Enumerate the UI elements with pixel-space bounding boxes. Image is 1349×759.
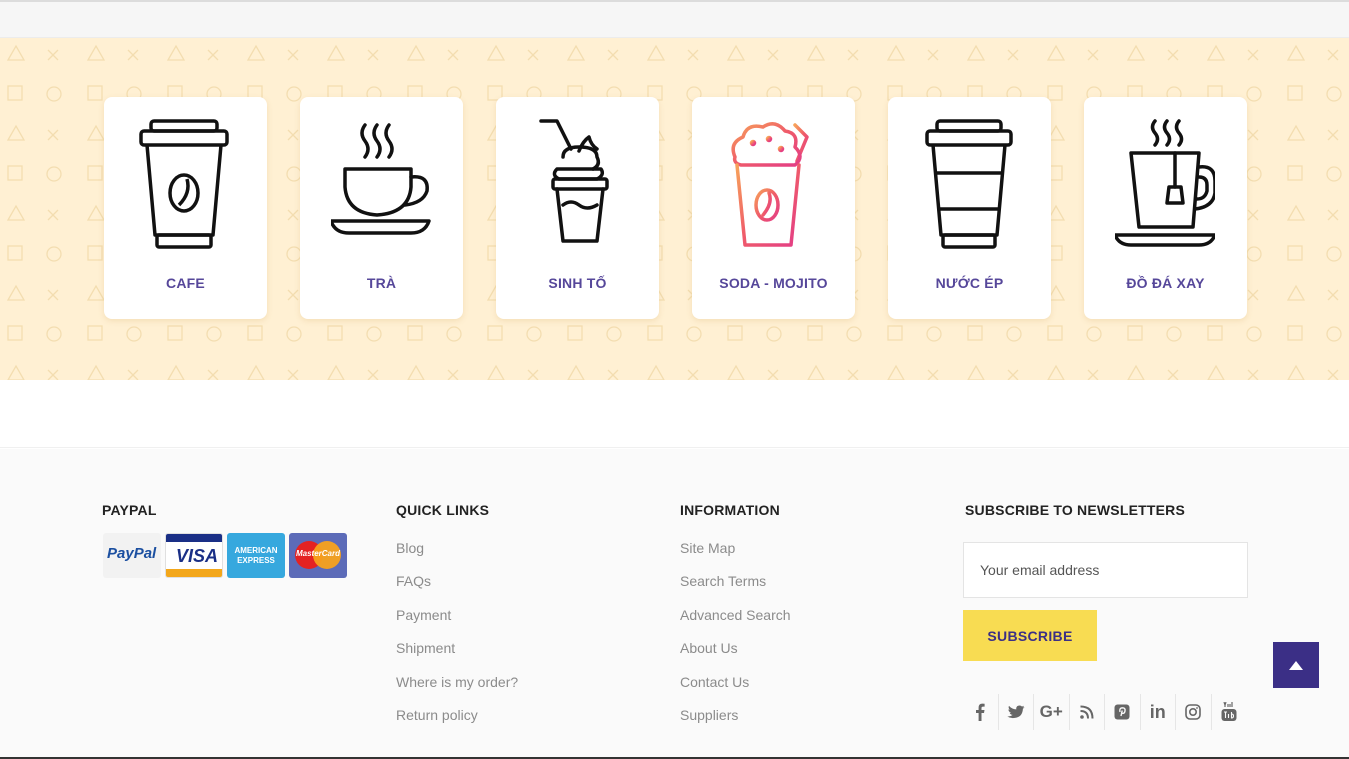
link-return-policy[interactable]: Return policy xyxy=(396,707,518,740)
subscribe-button[interactable]: SUBSCRIBE xyxy=(963,610,1097,661)
arrow-up-icon xyxy=(1289,660,1303,670)
email-field[interactable] xyxy=(963,542,1248,598)
category-label: TRÀ xyxy=(366,275,397,291)
spacer xyxy=(0,380,1349,448)
pinterest-icon[interactable] xyxy=(1105,694,1141,730)
facebook-icon[interactable] xyxy=(963,694,999,730)
category-label: CAFE xyxy=(166,275,205,291)
paypal-title: PAYPAL xyxy=(102,502,157,518)
back-to-top-button[interactable] xyxy=(1273,642,1319,688)
social-links: G+ in xyxy=(963,694,1247,730)
quick-links-list: Blog FAQs Payment Shipment Where is my o… xyxy=(396,540,518,740)
category-card-sinh-to[interactable]: SINH TỐ xyxy=(496,97,659,319)
paypal-logo: PayPal xyxy=(103,533,161,578)
smoothie-icon xyxy=(539,119,609,243)
twitter-icon[interactable] xyxy=(999,694,1034,730)
rss-icon[interactable] xyxy=(1070,694,1105,730)
link-contact-us[interactable]: Contact Us xyxy=(680,674,791,707)
payment-logos: PayPal VISA AMERICAN EXPRESS MasterCard xyxy=(103,533,347,578)
top-bar xyxy=(0,0,1349,38)
juice-cup-icon xyxy=(925,119,1013,249)
tea-cup-icon xyxy=(331,123,431,235)
link-site-map[interactable]: Site Map xyxy=(680,540,791,573)
category-card-do-da-xay[interactable]: ĐỒ ĐÁ XAY xyxy=(1084,97,1247,319)
coffee-cup-icon xyxy=(139,119,229,249)
category-section: CAFE TRÀ SINH TỐ SODA - MOJITO NƯỚC ÉP Đ… xyxy=(0,38,1349,380)
link-about-us[interactable]: About Us xyxy=(680,640,791,673)
category-card-nuoc-ep[interactable]: NƯỚC ÉP xyxy=(888,97,1051,319)
newsletter-title: SUBSCRIBE TO NEWSLETTERS xyxy=(965,502,1186,518)
category-label: SODA - MOJITO xyxy=(719,275,828,291)
google-plus-icon[interactable]: G+ xyxy=(1034,694,1070,730)
hot-tea-mug-icon xyxy=(1115,119,1215,247)
youtube-icon[interactable] xyxy=(1212,694,1248,730)
instagram-icon[interactable] xyxy=(1176,694,1212,730)
information-list: Site Map Search Terms Advanced Search Ab… xyxy=(680,540,791,740)
visa-logo: VISA xyxy=(165,533,223,578)
link-advanced-search[interactable]: Advanced Search xyxy=(680,607,791,640)
soda-cup-icon xyxy=(731,122,809,247)
category-card-tra[interactable]: TRÀ xyxy=(300,97,463,319)
information-title: INFORMATION xyxy=(680,502,780,518)
category-label: SINH TỐ xyxy=(548,275,607,291)
link-blog[interactable]: Blog xyxy=(396,540,518,573)
mastercard-logo: MasterCard xyxy=(289,533,347,578)
category-label: ĐỒ ĐÁ XAY xyxy=(1126,275,1205,291)
category-label: NƯỚC ÉP xyxy=(935,275,1004,291)
link-faqs[interactable]: FAQs xyxy=(396,573,518,606)
link-payment[interactable]: Payment xyxy=(396,607,518,640)
link-suppliers[interactable]: Suppliers xyxy=(680,707,791,740)
linkedin-icon[interactable]: in xyxy=(1141,694,1176,730)
amex-logo: AMERICAN EXPRESS xyxy=(227,533,285,578)
link-where-is-my-order[interactable]: Where is my order? xyxy=(396,674,518,707)
link-shipment[interactable]: Shipment xyxy=(396,640,518,673)
category-card-cafe[interactable]: CAFE xyxy=(104,97,267,319)
category-card-soda-mojito[interactable]: SODA - MOJITO xyxy=(692,97,855,319)
quick-links-title: QUICK LINKS xyxy=(396,502,490,518)
link-search-terms[interactable]: Search Terms xyxy=(680,573,791,606)
